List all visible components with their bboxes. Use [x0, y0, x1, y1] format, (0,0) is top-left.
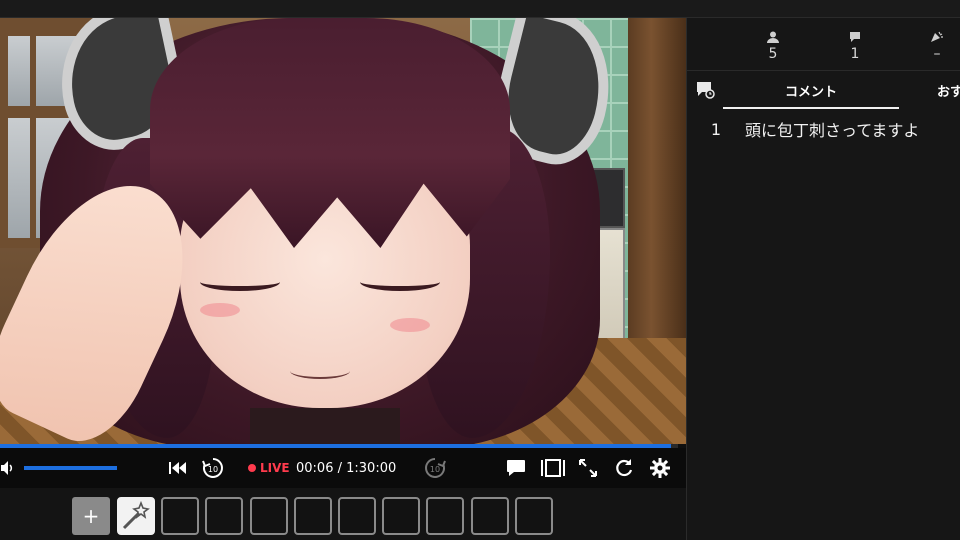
viewer-stat: 5: [753, 28, 793, 62]
gift-slot[interactable]: [382, 497, 421, 535]
comment-number: 1: [710, 119, 722, 139]
side-panel: 5 1 – コメント おす 1 頭に包丁刺さってますよ: [686, 18, 960, 540]
layout-button[interactable]: [540, 456, 566, 480]
layout-icon: [541, 459, 565, 477]
tab-comment-underline: [723, 107, 899, 109]
comment-count: 1: [850, 46, 860, 62]
character-blush-right: [390, 318, 430, 332]
character-collar: [250, 408, 400, 444]
gift-bar: +: [0, 488, 686, 540]
replay-10-button[interactable]: 10: [200, 456, 226, 480]
time-display: 00:06 / 1:30:00: [296, 460, 396, 476]
replay-10-icon: 10: [202, 458, 223, 478]
person-icon: [753, 28, 793, 44]
character-blush-left: [200, 303, 240, 317]
video-player[interactable]: [0, 18, 686, 444]
gift-slot[interactable]: [338, 497, 376, 535]
gift-slot[interactable]: [514, 497, 553, 535]
comment-settings-button[interactable]: [695, 80, 715, 100]
top-strip: [0, 0, 960, 18]
gear-icon: [650, 458, 670, 478]
comment-row[interactable]: 1 頭に包丁刺さってますよ: [687, 114, 960, 144]
gift-slot[interactable]: [293, 497, 332, 535]
volume-slider-fill: [24, 466, 117, 470]
tab-recommend[interactable]: おす: [937, 71, 960, 109]
gift-wand-icon: [122, 500, 150, 530]
live-badge: LIVE: [248, 460, 290, 476]
comment-stat: 1: [835, 28, 875, 62]
comment-toggle-button[interactable]: [504, 456, 528, 480]
gift-slot[interactable]: [426, 497, 465, 535]
reload-button[interactable]: [612, 456, 636, 480]
gift-slot[interactable]: [470, 497, 509, 535]
skip-start-button[interactable]: [166, 458, 190, 478]
ad-count: –: [933, 46, 941, 62]
volume-slider[interactable]: [24, 466, 117, 470]
time-separator: /: [333, 460, 347, 476]
comment-icon: [507, 460, 525, 476]
gift-slot-selected[interactable]: [117, 497, 155, 535]
player-controls: 10 LIVE 00:06 / 1:30:00 10: [0, 448, 686, 488]
party-popper-icon: [917, 28, 957, 44]
tab-comment[interactable]: コメント: [723, 71, 899, 109]
current-time: 00:06: [296, 460, 334, 476]
skip-start-icon: [169, 462, 186, 474]
volume-icon[interactable]: [0, 458, 14, 478]
forward-10-label: 10: [430, 465, 440, 474]
comment-count-icon: [835, 28, 875, 44]
fullscreen-button[interactable]: [576, 456, 600, 480]
forward-10-button[interactable]: 10: [422, 456, 448, 480]
gift-add-button[interactable]: +: [72, 497, 110, 535]
character-eye-left: [200, 273, 280, 291]
panel-tabs: コメント おす: [687, 71, 960, 109]
ad-stat: –: [917, 28, 957, 62]
character-eye-right: [360, 273, 440, 291]
live-dot: [248, 464, 256, 472]
duration: 1:30:00: [346, 460, 397, 476]
reload-icon: [616, 459, 633, 477]
comment-text: 頭に包丁刺さってますよ: [745, 121, 920, 140]
gift-slot[interactable]: [205, 497, 244, 535]
app-root: 10 LIVE 00:06 / 1:30:00 10 + 5 1 – コメント …: [0, 0, 960, 540]
forward-10-icon: 10: [425, 458, 446, 478]
gift-slot[interactable]: [161, 497, 200, 535]
replay-10-label: 10: [208, 465, 218, 474]
character-mouth: [290, 363, 350, 379]
live-label: LIVE: [260, 461, 290, 475]
fullscreen-icon: [579, 459, 597, 477]
viewer-count: 5: [768, 46, 778, 62]
comment-settings-icon: [697, 82, 715, 99]
settings-button[interactable]: [648, 456, 672, 480]
gift-slot[interactable]: [249, 497, 288, 535]
comment-list: 1 頭に包丁刺さってますよ: [687, 114, 960, 144]
